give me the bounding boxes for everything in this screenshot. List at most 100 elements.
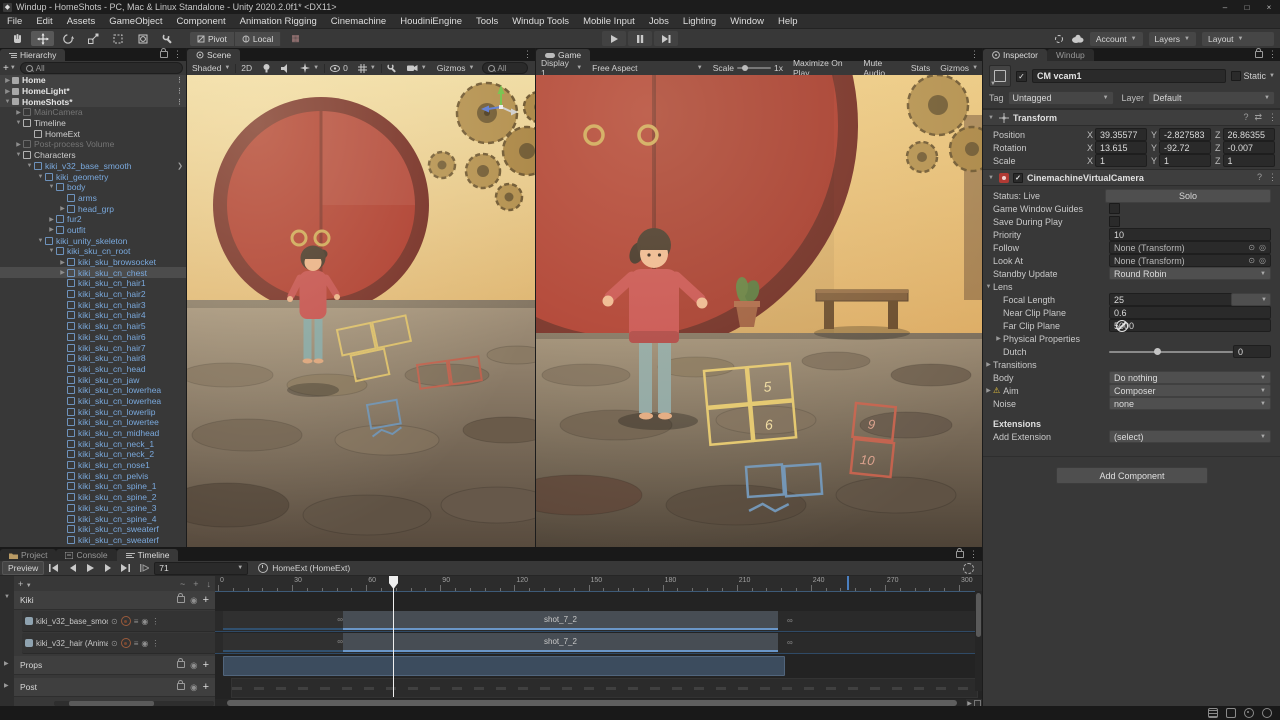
property-dropdown[interactable]: Do nothing▼ <box>1109 371 1271 384</box>
scale-tool-button[interactable] <box>81 31 104 46</box>
props-group-bar[interactable] <box>223 656 785 676</box>
hierarchy-item-kiki-sku-cn-lowertee[interactable]: kiki_sku_cn_lowertee <box>0 417 186 428</box>
kebab-menu-icon[interactable]: ⋮ <box>1268 49 1277 60</box>
hierarchy-item-homeshots[interactable]: ▼HomeShots*⋮ <box>0 96 186 107</box>
vcam-component-header[interactable]: ▼ ✓ CinemachineVirtualCamera ?⋮ <box>983 169 1280 186</box>
menu-component[interactable]: Component <box>170 14 233 28</box>
play-range-button[interactable] <box>136 562 152 574</box>
create-object-button[interactable]: +▼ <box>3 63 16 74</box>
group-collapse-arrow[interactable]: ▶ <box>4 660 9 667</box>
menu-file[interactable]: File <box>0 14 29 28</box>
activity-icon[interactable] <box>1244 708 1254 718</box>
static-checkbox[interactable] <box>1231 71 1241 81</box>
hierarchy-item-kiki-sku-browsocket[interactable]: ▶kiki_sku_browsocket <box>0 257 186 268</box>
tree-expand-arrow[interactable]: ▼ <box>36 238 45 244</box>
clip-shot-7-2[interactable]: shot_7_2 <box>343 633 778 652</box>
stats-toggle[interactable]: Stats <box>906 63 935 73</box>
hierarchy-item-homeext[interactable]: HomeExt <box>0 128 186 139</box>
tab-console[interactable]: Console <box>56 549 116 561</box>
tab-timeline[interactable]: Timeline <box>117 549 179 561</box>
hierarchy-item-kiki-sku-cn-head[interactable]: kiki_sku_cn_head <box>0 364 186 375</box>
hierarchy-item-kiki-sku-cn-lowerhea[interactable]: kiki_sku_cn_lowerhea <box>0 385 186 396</box>
tab-windup[interactable]: Windup <box>1047 49 1094 61</box>
menu-houdiniengine[interactable]: HoudiniEngine <box>393 14 469 28</box>
tab-inspector[interactable]: Inspector <box>983 49 1047 61</box>
hierarchy-item-maincamera[interactable]: ▶MainCamera <box>0 107 186 118</box>
insert-marker-icon[interactable]: + <box>193 579 198 589</box>
2d-toggle[interactable]: 2D <box>236 61 257 75</box>
go-to-start-button[interactable] <box>46 562 62 574</box>
axis-value-field[interactable]: -92.72 <box>1159 141 1211 154</box>
add-in-group-button[interactable]: + <box>203 659 209 671</box>
pan-tool-button[interactable] <box>6 31 29 46</box>
foldout-arrow[interactable]: ▶ <box>994 335 1003 342</box>
track-kiki-v32-hair-anima[interactable]: kiki_v32_hair (Anima⊙≡◉⋮ <box>22 633 215 654</box>
lock-icon[interactable] <box>160 51 168 58</box>
scale-slider[interactable] <box>737 67 771 69</box>
property-value-field[interactable]: 10 <box>1109 228 1271 241</box>
hierarchy-item-characters[interactable]: ▼Characters <box>0 150 186 161</box>
tree-collapse-arrow[interactable]: ▶ <box>14 109 23 116</box>
track-group-post[interactable]: Post◉+ <box>14 678 215 697</box>
object-reference-field[interactable]: None (Transform)⊙◎ <box>1109 241 1271 254</box>
kebab-menu-icon[interactable]: ⋮ <box>176 98 186 106</box>
close-button[interactable]: × <box>1258 0 1280 14</box>
axis-value-field[interactable]: 1 <box>1159 154 1211 167</box>
target-icon[interactable]: ⊙ <box>111 617 118 626</box>
scene-tools-button[interactable] <box>382 61 402 75</box>
help-icon[interactable]: ? <box>1243 112 1248 123</box>
static-dropdown[interactable]: Static ▼ <box>1231 71 1275 81</box>
axis-value-field[interactable]: 1 <box>1223 154 1276 167</box>
hierarchy-item-body[interactable]: ▼body <box>0 182 186 193</box>
kebab-menu-icon[interactable]: ⋮ <box>173 49 182 60</box>
hierarchy-item-kiki-v32-base-smooth[interactable]: ▼kiki_v32_base_smooth❯ <box>0 161 186 172</box>
menu-jobs[interactable]: Jobs <box>642 14 676 28</box>
step-button[interactable] <box>654 31 678 46</box>
slider-value-field[interactable]: 0 <box>1233 345 1271 358</box>
group-collapse-arrow[interactable]: ▶ <box>4 682 9 689</box>
axis-value-field[interactable]: -2.827583 <box>1159 128 1211 141</box>
timeline-settings-gear-icon[interactable] <box>963 563 974 574</box>
preset-icon[interactable]: ⇄ <box>1254 112 1262 123</box>
track-options-icon[interactable]: ≡ <box>134 639 139 648</box>
track-kiki-v32-base-smoo[interactable]: kiki_v32_base_smoo⊙≡◉⋮ <box>22 611 215 632</box>
target-icon[interactable]: ⊙ <box>1248 256 1255 265</box>
property-dropdown[interactable]: none▼ <box>1109 397 1271 410</box>
tree-expand-arrow[interactable]: ▼ <box>36 174 45 180</box>
tree-expand-arrow[interactable]: ▼ <box>3 99 12 105</box>
menu-mobile-input[interactable]: Mobile Input <box>576 14 642 28</box>
eye-icon[interactable]: ◉ <box>190 595 197 606</box>
tab-project[interactable]: Project <box>0 549 56 561</box>
tree-collapse-arrow[interactable]: ▶ <box>47 216 56 223</box>
shading-mode-dropdown[interactable]: Shaded▼ <box>187 61 235 75</box>
pause-button[interactable] <box>628 31 652 46</box>
menu-cinemachine[interactable]: Cinemachine <box>324 14 393 28</box>
kebab-menu-icon[interactable]: ⋮ <box>1268 112 1277 123</box>
foldout-arrow[interactable]: ▶ <box>984 387 993 394</box>
lighting-toggle[interactable] <box>257 61 276 75</box>
hierarchy-item-kiki-sku-cn-neck-1[interactable]: kiki_sku_cn_neck_1 <box>0 438 186 449</box>
hierarchy-item-home[interactable]: ▶Home⋮ <box>0 75 186 86</box>
tree-collapse-arrow[interactable]: ▶ <box>58 269 67 276</box>
picker-icon[interactable]: ◎ <box>1259 243 1266 252</box>
menu-window[interactable]: Window <box>723 14 771 28</box>
cloud-icon[interactable] <box>1071 34 1084 43</box>
kebab-menu-icon[interactable]: ⋮ <box>969 549 978 560</box>
layers-dropdown[interactable]: Layers▼ <box>1149 32 1196 46</box>
property-value-field[interactable]: 25 <box>1109 293 1233 306</box>
account-dropdown[interactable]: Account▼ <box>1090 32 1143 46</box>
axis-value-field[interactable]: 26.86355 <box>1223 128 1276 141</box>
play-button[interactable] <box>602 31 626 46</box>
timeline-ruler[interactable]: 0306090120150180210240270300 <box>215 576 982 592</box>
transform-component-header[interactable]: ▼ Transform ?⇄⋮ <box>983 109 1280 126</box>
hierarchy-item-fur2[interactable]: ▶fur2 <box>0 214 186 225</box>
target-icon[interactable]: ⊙ <box>111 639 118 648</box>
add-in-group-button[interactable]: + <box>203 594 209 606</box>
hierarchy-item-kiki-sku-cn-hair4[interactable]: kiki_sku_cn_hair4 <box>0 310 186 321</box>
move-tool-button[interactable] <box>31 31 54 46</box>
track-group-kiki[interactable]: Kiki◉+ <box>14 591 215 610</box>
help-icon[interactable]: ? <box>1257 172 1262 183</box>
clip-hold-segment[interactable]: ∞ <box>223 633 347 652</box>
property-dropdown[interactable]: Composer▼ <box>1109 384 1271 397</box>
aspect-dropdown[interactable]: Free Aspect▼ <box>587 61 708 75</box>
